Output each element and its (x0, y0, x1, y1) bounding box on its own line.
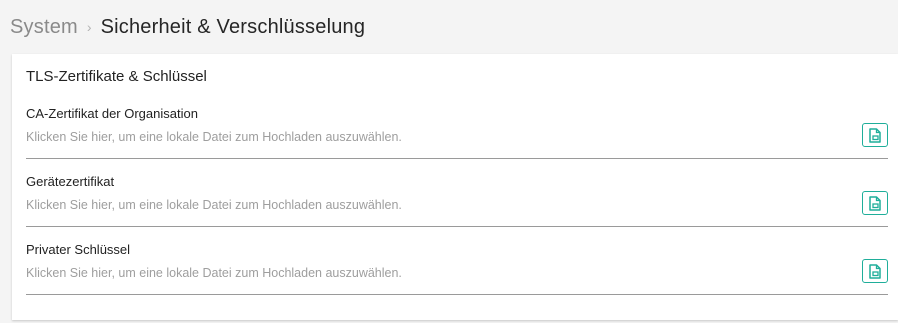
file-upload-icon (868, 195, 882, 211)
device-certificate-file-input[interactable]: Klicken Sie hier, um eine lokale Datei z… (26, 198, 402, 212)
ca-certificate-upload-button[interactable] (862, 123, 888, 147)
field-label: Privater Schlüssel (26, 242, 131, 257)
file-upload-icon (868, 127, 882, 143)
field-label: Gerätezertifikat (26, 174, 115, 189)
breadcrumb-parent[interactable]: System (10, 16, 78, 39)
ca-certificate-field: CA-Zertifikat der Organisation Klicken S… (26, 106, 888, 159)
field-label: CA-Zertifikat der Organisation (26, 106, 198, 121)
breadcrumb-separator-icon: › (86, 19, 92, 35)
device-certificate-field: Gerätezertifikat Klicken Sie hier, um ei… (26, 174, 888, 227)
certificates-card: TLS-Zertifikate & Schlüssel CA-Zertifika… (12, 54, 898, 320)
card-title: TLS-Zertifikate & Schlüssel (26, 68, 207, 85)
private-key-file-input[interactable]: Klicken Sie hier, um eine lokale Datei z… (26, 266, 402, 280)
private-key-upload-button[interactable] (862, 259, 888, 283)
file-upload-icon (868, 263, 882, 279)
ca-certificate-file-input[interactable]: Klicken Sie hier, um eine lokale Datei z… (26, 130, 402, 144)
page-header: System › Sicherheit & Verschlüsselung (0, 0, 898, 54)
private-key-field: Privater Schlüssel Klicken Sie hier, um … (26, 242, 888, 295)
device-certificate-upload-button[interactable] (862, 191, 888, 215)
page-title: Sicherheit & Verschlüsselung (100, 15, 366, 38)
